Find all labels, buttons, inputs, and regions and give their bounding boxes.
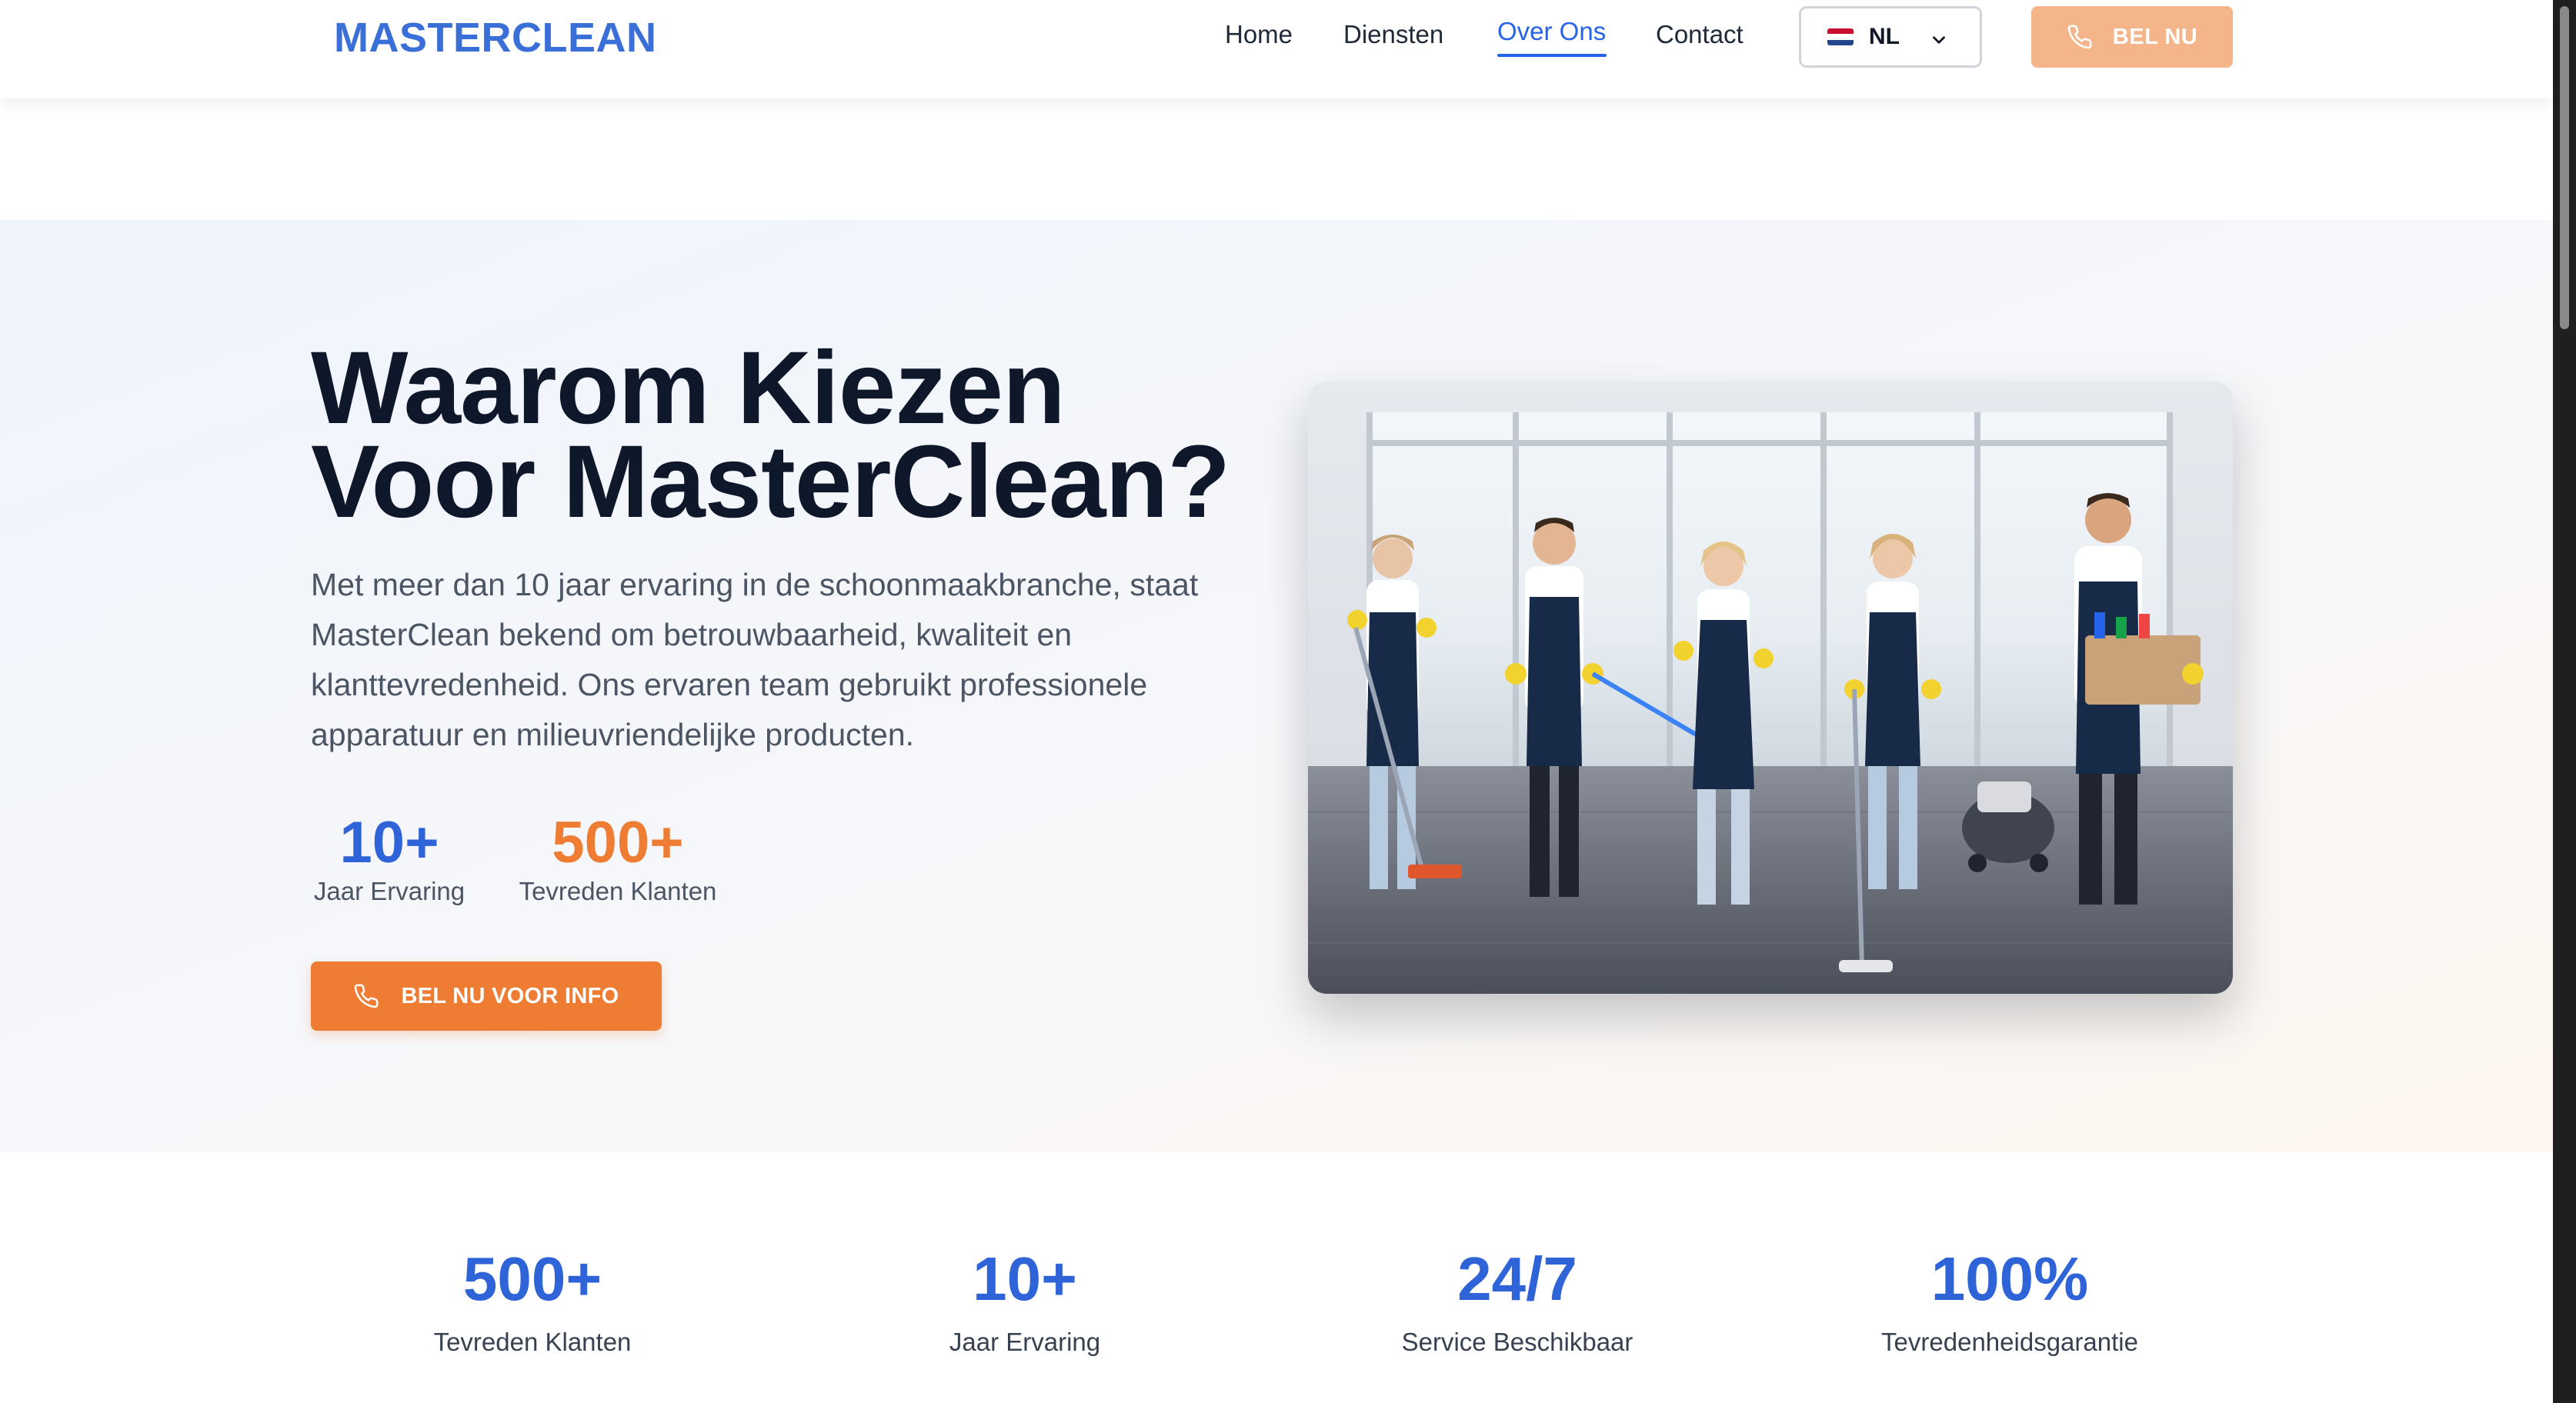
hero-stat-label: Jaar Ervaring <box>313 877 465 905</box>
stat-satisfied-clients: 500+ Tevreden Klanten <box>302 1245 763 1357</box>
language-label: NL <box>1869 24 1900 49</box>
phone-icon <box>2067 25 2092 49</box>
hero-title: Waarom Kiezen Voor MasterClean? <box>311 337 1311 534</box>
about-hero-section: Waarom Kiezen Voor MasterClean? Met meer… <box>0 220 2553 1152</box>
logo[interactable]: MASTERCLEAN <box>334 14 657 62</box>
chevron-down-icon <box>1933 36 1945 44</box>
stat-label: Tevredenheidsgarantie <box>1881 1328 2138 1356</box>
call-now-button[interactable]: BEL NU <box>2031 6 2233 68</box>
nav-contact[interactable]: Contact <box>1656 20 1743 49</box>
nav-home[interactable]: Home <box>1225 20 1293 49</box>
stat-value: 10+ <box>973 1245 1077 1313</box>
nav-over-ons[interactable]: Over Ons <box>1497 17 1606 46</box>
stat-years-experience: 10+ Jaar Ervaring <box>794 1245 1256 1357</box>
stat-satisfaction-guarantee: 100% Tevredenheidsgarantie <box>1779 1245 2241 1357</box>
hero-stat-value: 500+ <box>552 810 684 875</box>
site-header: MASTERCLEAN Home Diensten Over Ons Conta… <box>0 0 2553 98</box>
language-selector[interactable]: NL <box>1799 6 1982 68</box>
cleaning-team-photo <box>1308 382 2233 994</box>
nav-diensten[interactable]: Diensten <box>1343 20 1443 49</box>
stat-label: Jaar Ervaring <box>949 1328 1101 1356</box>
hero-stat-clients: 500+ Tevreden Klanten <box>516 812 720 906</box>
active-nav-underline <box>1497 54 1607 57</box>
stat-value: 500+ <box>462 1245 602 1313</box>
page-scrollbar[interactable] <box>2553 0 2576 1403</box>
hero-title-line-2: Voor MasterClean? <box>311 425 1230 539</box>
hero-stat-label: Tevreden Klanten <box>519 877 717 905</box>
hero-stat-value: 10+ <box>339 810 439 875</box>
stat-label: Service Beschikbaar <box>1401 1328 1633 1356</box>
call-now-label: BEL NU <box>2112 24 2198 49</box>
stat-label: Tevreden Klanten <box>433 1328 632 1356</box>
hero-stat-experience: 10+ Jaar Ervaring <box>311 812 468 906</box>
hero-description: Met meer dan 10 jaar ervaring in de scho… <box>311 567 1199 752</box>
phone-icon <box>355 984 379 1008</box>
stat-value: 100% <box>1930 1245 2089 1313</box>
scrollbar-thumb[interactable] <box>2560 6 2569 329</box>
flag-nl-icon <box>1827 28 1854 45</box>
stat-service-availability: 24/7 Service Beschikbaar <box>1286 1245 1748 1357</box>
team-photo-illustration <box>1308 382 2233 994</box>
call-for-info-button[interactable]: BEL NU VOOR INFO <box>311 961 662 1031</box>
stat-value: 24/7 <box>1457 1245 1577 1313</box>
call-for-info-label: BEL NU VOOR INFO <box>401 983 619 1008</box>
